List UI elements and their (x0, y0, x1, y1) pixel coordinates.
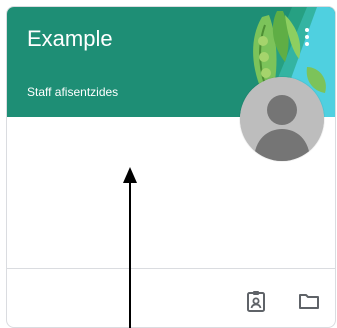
screenshot-stage: Example Staff afisentzides (0, 0, 337, 328)
assignment-ind-icon[interactable] (244, 289, 268, 313)
more-vert-icon (305, 28, 309, 32)
class-card: Example Staff afisentzides (6, 6, 336, 328)
teacher-name[interactable]: Staff afisentzides (27, 84, 118, 100)
more-options-button[interactable] (299, 23, 315, 51)
teacher-avatar[interactable] (240, 77, 324, 161)
class-title[interactable]: Example (27, 25, 113, 53)
person-avatar-icon (240, 77, 324, 161)
card-footer (7, 268, 335, 327)
folder-icon[interactable] (297, 289, 321, 313)
